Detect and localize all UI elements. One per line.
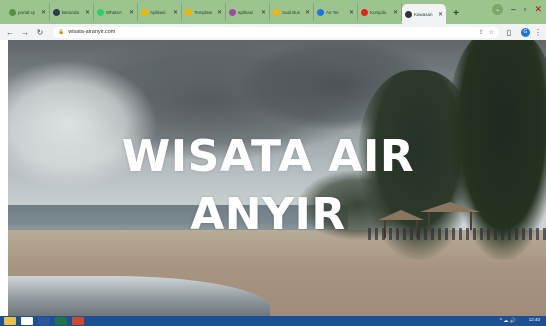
tab-close-icon[interactable]: ✕ xyxy=(217,9,222,16)
tab-close-icon[interactable]: ✕ xyxy=(129,9,134,16)
tab-8[interactable]: Kompilo ✕ xyxy=(358,3,402,21)
tab-favicon-icon xyxy=(185,8,192,16)
clock[interactable]: 12:40 xyxy=(529,317,540,322)
os-taskbar: ^ ☁ 🔊 12:40 xyxy=(0,316,546,326)
tab-label: Template xyxy=(194,9,213,15)
tab-close-icon[interactable]: ✕ xyxy=(438,11,443,18)
browser-toolbar: ← → ↻ 🔒 wisata-airanyir.com ⇪ ☆ ▯ G ⋮ xyxy=(0,24,546,40)
profile-avatar[interactable]: G xyxy=(521,27,530,37)
menu-kebab-icon[interactable]: ⋮ xyxy=(534,28,542,37)
tab-close-icon[interactable]: ✕ xyxy=(173,9,178,16)
tab-label: Kawasan xyxy=(414,11,433,17)
forward-button[interactable]: → xyxy=(19,26,31,38)
tab-label: Beranda xyxy=(62,9,80,15)
bookmark-star-icon[interactable]: ☆ xyxy=(489,29,494,36)
close-window-icon[interactable]: ✕ xyxy=(534,4,542,15)
extensions-icon[interactable]: ▯ xyxy=(503,26,515,38)
tab-6[interactable]: Soal Bus ✕ xyxy=(270,3,314,21)
tab-favicon-icon xyxy=(97,8,104,16)
tab-favicon-icon xyxy=(405,10,412,18)
file-explorer-icon[interactable] xyxy=(4,317,16,325)
back-arrow-icon: ← xyxy=(6,27,14,37)
tab-favicon-icon xyxy=(141,8,148,16)
tab-0[interactable]: portal.sy ✕ xyxy=(6,3,50,21)
forward-arrow-icon: → xyxy=(21,27,29,37)
tab-1[interactable]: Beranda ✕ xyxy=(50,3,94,21)
tab-label: aplikasi xyxy=(238,9,254,15)
address-bar[interactable]: 🔒 wisata-airanyir.com ⇪ ☆ xyxy=(53,26,499,38)
tab-close-icon[interactable]: ✕ xyxy=(349,9,354,16)
tab-label: WhatsA xyxy=(106,9,122,15)
tab-close-icon[interactable]: ✕ xyxy=(85,9,90,16)
tab-favicon-icon xyxy=(9,8,16,16)
window-controls: ⌄ – ▫ ✕ xyxy=(492,4,542,15)
tab-label: Aplikasi xyxy=(150,9,166,15)
powerpoint-icon[interactable] xyxy=(72,317,84,325)
tab-close-icon[interactable]: ✕ xyxy=(305,9,310,16)
tab-close-icon[interactable]: ✕ xyxy=(393,9,398,16)
excel-icon[interactable] xyxy=(55,317,67,325)
tab-favicon-icon xyxy=(361,8,368,16)
maximize-icon[interactable]: ▫ xyxy=(524,5,527,14)
tab-favicon-icon xyxy=(229,8,236,16)
tab-close-icon[interactable]: ✕ xyxy=(41,9,46,16)
tab-close-icon[interactable]: ✕ xyxy=(261,9,266,16)
tab-strip: portal.sy ✕ Beranda ✕ WhatsA ✕ Aplikasi ✕ Te… xyxy=(0,0,546,24)
reload-icon: ↻ xyxy=(36,27,44,37)
browser-window: portal.sy ✕ Beranda ✕ WhatsA ✕ Aplikasi ✕ Te… xyxy=(0,0,546,326)
reload-button[interactable]: ↻ xyxy=(34,26,46,38)
tab-2[interactable]: WhatsA ✕ xyxy=(94,3,138,21)
hero-title: WISATA AIR ANYIR xyxy=(121,131,415,240)
chrome-icon[interactable] xyxy=(21,317,33,325)
system-tray-icon[interactable]: ^ ☁ 🔊 xyxy=(500,318,516,324)
tab-4[interactable]: Template ✕ xyxy=(182,3,226,21)
tab-label: Soal Bus xyxy=(282,9,301,15)
tab-label: Kompilo xyxy=(370,9,387,15)
tab-search-icon[interactable]: ⌄ xyxy=(492,4,504,15)
tab-3[interactable]: Aplikasi ✕ xyxy=(138,3,182,21)
lock-icon[interactable]: 🔒 xyxy=(58,29,64,35)
new-tab-button[interactable]: + xyxy=(450,7,462,19)
tab-favicon-icon xyxy=(317,8,324,16)
minimize-icon[interactable]: – xyxy=(511,5,515,14)
address-text[interactable]: wisata-airanyir.com xyxy=(68,29,115,35)
tab-7[interactable]: Air Ter ✕ xyxy=(314,3,358,21)
tab-active[interactable]: Kawasan ✕ xyxy=(402,4,446,24)
share-icon[interactable]: ⇪ xyxy=(479,29,484,36)
tab-label: portal.sy xyxy=(18,9,36,15)
tab-favicon-icon xyxy=(53,8,60,16)
back-button[interactable]: ← xyxy=(4,26,16,38)
page-content: WISATA AIR ANYIR xyxy=(8,40,546,316)
word-icon[interactable] xyxy=(38,317,50,325)
tab-5[interactable]: aplikasi ✕ xyxy=(226,3,270,21)
tab-label: Air Ter xyxy=(326,9,339,15)
tab-favicon-icon xyxy=(273,8,280,16)
